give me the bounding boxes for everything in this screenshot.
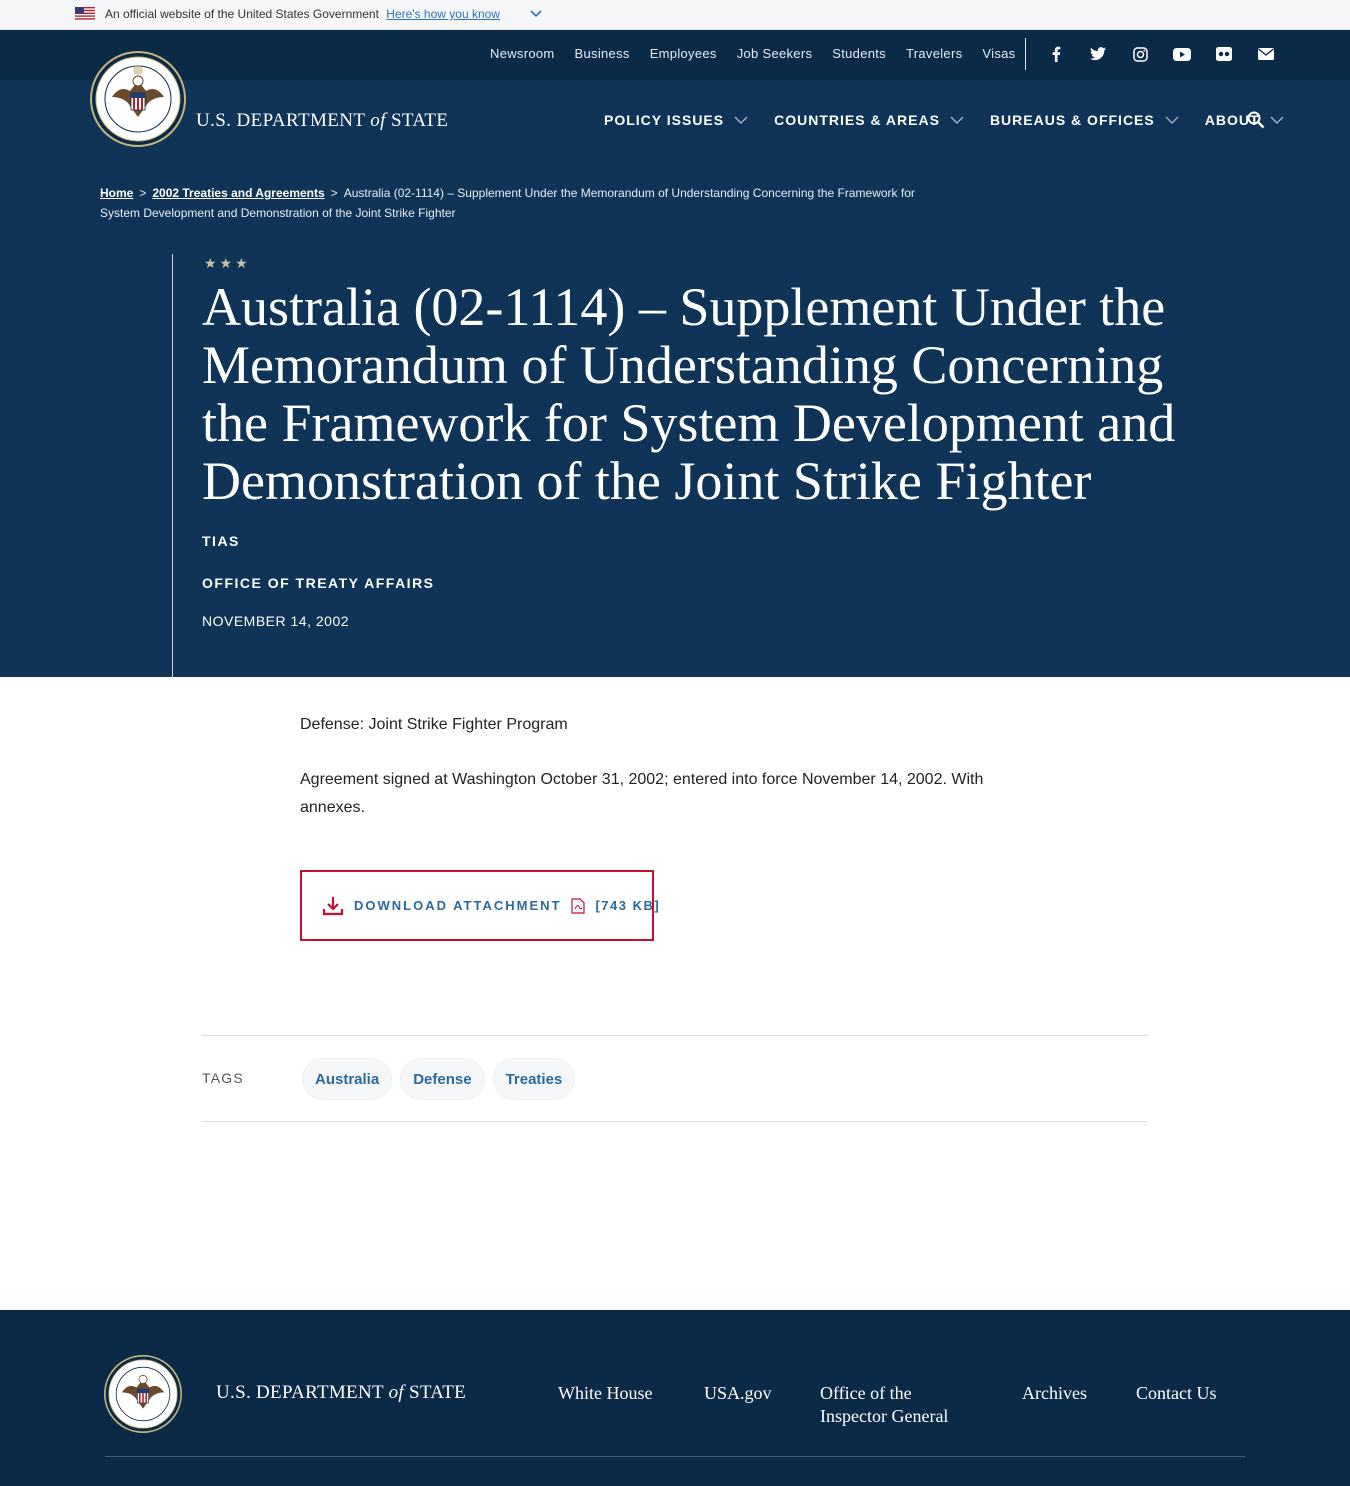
nav-policy-issues[interactable]: Policy Issues xyxy=(604,112,748,128)
nav-visas[interactable]: Visas xyxy=(982,46,1015,61)
department-seal-logo[interactable] xyxy=(90,51,186,147)
nav-employees[interactable]: Employees xyxy=(650,46,717,61)
tag-treaties[interactable]: Treaties xyxy=(492,1058,576,1100)
main-nav: Policy Issues Countries & Areas Bureaus … xyxy=(604,112,1284,128)
gov-banner: An official website of the United States… xyxy=(0,0,1350,30)
nav-countries-areas-label: Countries & Areas xyxy=(774,112,940,128)
twitter-icon[interactable] xyxy=(1088,44,1108,64)
download-size: [743 KB] xyxy=(595,898,661,913)
utility-divider xyxy=(1025,38,1026,70)
wordmark-suffix: STATE xyxy=(409,1382,467,1403)
download-icon xyxy=(322,896,344,915)
chevron-down-icon xyxy=(734,116,748,124)
download-label: Download Attachment xyxy=(354,898,562,913)
wordmark-of: of xyxy=(388,1382,404,1403)
footer-link-white-house[interactable]: White House xyxy=(558,1382,652,1405)
gov-banner-label: An official website of the United States… xyxy=(105,7,379,21)
youtube-icon[interactable] xyxy=(1172,44,1192,64)
divider xyxy=(202,1035,1148,1036)
chevron-down-icon xyxy=(1165,116,1179,124)
facebook-icon[interactable] xyxy=(1046,44,1066,64)
chevron-down-icon xyxy=(1270,116,1284,124)
nav-students[interactable]: Students xyxy=(832,46,886,61)
content-category: TIAS xyxy=(202,533,240,549)
hero-accent-line xyxy=(172,254,173,677)
nav-bureaus-offices[interactable]: Bureaus & Offices xyxy=(990,112,1179,128)
utility-bar: Newsroom Business Employees Job Seekers … xyxy=(0,30,1350,80)
nav-job-seekers[interactable]: Job Seekers xyxy=(737,46,813,61)
wordmark-prefix: U.S. DEPARTMENT xyxy=(216,1382,384,1403)
us-flag-icon xyxy=(75,7,95,20)
nav-bureaus-offices-label: Bureaus & Offices xyxy=(989,112,1155,128)
email-icon[interactable] xyxy=(1256,44,1276,64)
subject-text: Defense: Joint Strike Fighter Program xyxy=(300,716,568,733)
flickr-icon[interactable] xyxy=(1214,44,1234,64)
footer-link-inspector-general[interactable]: Office of the Inspector General xyxy=(820,1382,970,1428)
chevron-down-icon xyxy=(950,116,964,124)
utility-nav: Newsroom Business Employees Job Seekers … xyxy=(490,46,1015,61)
nav-policy-issues-label: Policy Issues xyxy=(604,112,725,128)
how-you-know-link[interactable]: Here's how you know xyxy=(386,7,500,21)
site-wordmark[interactable]: U.S. DEPARTMENT of STATE xyxy=(196,110,448,132)
chevron-down-icon[interactable] xyxy=(529,9,543,19)
nav-about[interactable]: About xyxy=(1205,112,1284,128)
footer-wordmark[interactable]: U.S. DEPARTMENT of STATE xyxy=(216,1382,466,1404)
description-text: Agreement signed at Washington October 3… xyxy=(300,771,984,816)
social-links xyxy=(1046,44,1276,64)
breadcrumb-separator: > xyxy=(330,186,338,200)
content-date: November 14, 2002 xyxy=(202,613,350,629)
tag-australia[interactable]: Australia xyxy=(302,1058,393,1100)
download-attachment-button[interactable]: Download Attachment [743 KB] xyxy=(300,870,659,941)
department-seal-logo[interactable] xyxy=(104,1355,182,1433)
nav-countries-areas[interactable]: Countries & Areas xyxy=(774,112,964,128)
instagram-icon[interactable] xyxy=(1130,44,1150,64)
search-icon[interactable] xyxy=(1246,110,1266,130)
page-title: Australia (02-1114) – Supplement Under t… xyxy=(202,277,1176,511)
tags-list: Australia Defense Treaties xyxy=(302,1058,576,1100)
nav-business[interactable]: Business xyxy=(575,46,630,61)
breadcrumb: Home >2002 Treaties and Agreements > Austra… xyxy=(100,183,920,223)
breadcrumb-section[interactable]: 2002 Treaties and Agreements xyxy=(152,186,324,200)
wordmark-of: of xyxy=(370,110,386,131)
breadcrumb-home[interactable]: Home xyxy=(100,186,133,200)
site-footer: U.S. DEPARTMENT of STATE White House USA… xyxy=(0,1310,1350,1486)
content-office: Office of Treaty Affairs xyxy=(202,575,435,591)
footer-link-usa-gov[interactable]: USA.gov xyxy=(704,1382,772,1405)
wordmark-suffix: STATE xyxy=(390,110,449,131)
nav-travelers[interactable]: Travelers xyxy=(906,46,962,61)
pdf-file-icon xyxy=(571,897,586,914)
divider xyxy=(202,1121,1148,1122)
footer-divider xyxy=(105,1456,1245,1457)
tags-label: Tags xyxy=(202,1070,244,1086)
breadcrumb-separator: > xyxy=(139,186,147,200)
wordmark-prefix: U.S. DEPARTMENT xyxy=(196,110,366,131)
footer-link-archives[interactable]: Archives xyxy=(1022,1382,1087,1405)
nav-newsroom[interactable]: Newsroom xyxy=(490,46,555,61)
tag-defense[interactable]: Defense xyxy=(400,1058,485,1100)
gov-banner-text: An official website of the United States… xyxy=(105,7,500,21)
footer-link-contact-us[interactable]: Contact Us xyxy=(1136,1382,1217,1405)
stars-icon: ★★★ xyxy=(204,255,251,271)
site-header: Newsroom Business Employees Job Seekers … xyxy=(0,30,1350,677)
